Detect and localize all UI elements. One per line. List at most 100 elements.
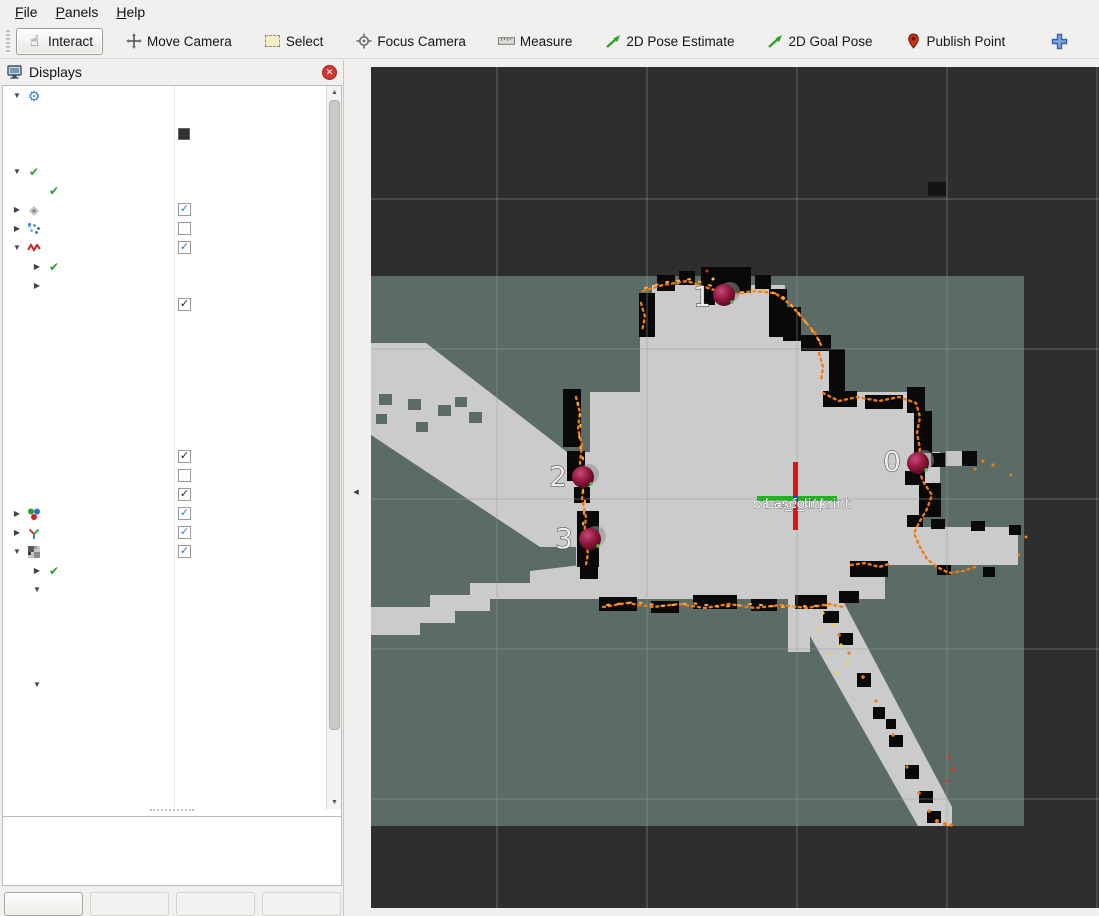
tool-button-focus-camera[interactable]: Focus Camera	[345, 28, 476, 55]
property-row[interactable]: ✓	[3, 447, 326, 466]
scan-speck	[730, 300, 733, 303]
property-row[interactable]	[3, 618, 326, 637]
expander-open-icon[interactable]: ▼	[29, 585, 45, 594]
3d-viewport[interactable]: base_footprintbase_link 1230	[371, 67, 1099, 908]
add-tool-plus-icon	[1051, 33, 1068, 49]
property-row[interactable]	[3, 314, 326, 333]
property-row[interactable]: ▶✔	[3, 257, 326, 276]
tool-button-measure[interactable]: Measure	[488, 28, 583, 55]
expander-open-icon[interactable]: ▼	[9, 547, 25, 556]
property-row[interactable]: ▼✔	[3, 162, 326, 181]
row-checkbox[interactable]: ✓	[178, 203, 191, 216]
property-row[interactable]	[3, 333, 326, 352]
expander-closed-icon[interactable]: ▶	[9, 205, 25, 214]
expander-open-icon[interactable]: ▼	[29, 680, 45, 689]
tool-button-2d-goal-pose[interactable]: 2D Goal Pose	[756, 28, 882, 55]
property-row[interactable]	[3, 428, 326, 447]
property-row[interactable]	[3, 124, 326, 143]
tool-button-move-camera[interactable]: Move Camera	[115, 28, 242, 55]
display-row[interactable]: ▶	[3, 219, 326, 238]
add-button[interactable]	[4, 892, 83, 916]
property-row[interactable]	[3, 371, 326, 390]
property-row[interactable]	[3, 732, 326, 751]
display-row[interactable]: ▼✓	[3, 238, 326, 257]
tool-label: Measure	[520, 34, 573, 49]
tool-button-interact[interactable]: ☝Interact	[16, 28, 103, 55]
property-row[interactable]: ▼	[3, 580, 326, 599]
tool-label: Focus Camera	[377, 34, 466, 49]
property-row[interactable]	[3, 637, 326, 656]
expander-open-icon[interactable]: ▼	[9, 167, 25, 176]
row-checkbox[interactable]	[178, 469, 191, 482]
row-checkbox[interactable]: ✓	[178, 526, 191, 539]
scroll-up-icon[interactable]: ▲	[327, 86, 342, 99]
marker-number-label: 1	[693, 280, 711, 313]
property-row[interactable]: ▼	[3, 675, 326, 694]
tool-label: Move Camera	[147, 34, 232, 49]
status-ok-icon: ✔	[45, 565, 63, 577]
property-row[interactable]: ✓	[3, 295, 326, 314]
display-row[interactable]: ▶✓	[3, 504, 326, 523]
expander-open-icon[interactable]: ▼	[9, 91, 25, 100]
display-row[interactable]: ▶◈✓	[3, 200, 326, 219]
row-checkbox[interactable]: ✓	[178, 241, 191, 254]
property-row[interactable]	[3, 694, 326, 713]
menu-item-help[interactable]: Help	[107, 1, 154, 23]
displays-panel-titlebar[interactable]: Displays ✕	[0, 60, 343, 84]
rename-button[interactable]	[262, 892, 341, 916]
property-row[interactable]: ✓	[3, 485, 326, 504]
expander-closed-icon[interactable]: ▶	[9, 509, 25, 518]
property-row[interactable]: ▶	[3, 276, 326, 295]
display-row[interactable]: ▼✓	[3, 542, 326, 561]
expander-closed-icon[interactable]: ▶	[29, 566, 45, 575]
row-checkbox[interactable]: ✓	[178, 545, 191, 558]
row-value[interactable]	[178, 124, 195, 143]
expander-open-icon[interactable]: ▼	[9, 243, 25, 252]
property-row[interactable]	[3, 789, 326, 808]
property-row[interactable]	[3, 143, 326, 162]
scroll-down-icon[interactable]: ▼	[327, 796, 342, 809]
menu-item-file[interactable]: File	[6, 1, 47, 23]
panel-splitter-grip[interactable]	[150, 809, 194, 813]
row-checkbox[interactable]: ✓	[178, 450, 191, 463]
property-row[interactable]	[3, 466, 326, 485]
expander-closed-icon[interactable]: ▶	[29, 262, 45, 271]
tool-button-select[interactable]: Select	[254, 28, 334, 55]
row-checkbox[interactable]: ✓	[178, 298, 191, 311]
remove-button[interactable]	[176, 892, 255, 916]
property-row[interactable]	[3, 390, 326, 409]
row-checkbox[interactable]: ✓	[178, 488, 191, 501]
expander-closed-icon[interactable]: ▶	[29, 281, 45, 290]
markerarray-icon	[25, 507, 43, 521]
tool-button-publish-point[interactable]: Publish Point	[895, 28, 1016, 55]
close-icon[interactable]: ✕	[322, 65, 337, 80]
menu-item-panels[interactable]: Panels	[47, 1, 108, 23]
display-row[interactable]: ▶✓	[3, 523, 326, 542]
tf-icon	[25, 526, 43, 540]
scrollbar-thumb[interactable]	[329, 100, 340, 730]
row-checkbox[interactable]	[178, 222, 191, 235]
expander-closed-icon[interactable]: ▶	[9, 528, 25, 537]
property-row[interactable]	[3, 713, 326, 732]
property-row[interactable]	[3, 751, 326, 770]
marker-number-label: 2	[549, 460, 567, 493]
property-row[interactable]	[3, 599, 326, 618]
tool-button-2d-pose-estimate[interactable]: 2D Pose Estimate	[594, 28, 744, 55]
property-row[interactable]	[3, 656, 326, 675]
panel-collapse-arrow-icon[interactable]: ◂	[349, 481, 363, 501]
toolbar-drag-handle[interactable]	[6, 30, 10, 52]
property-row[interactable]	[3, 409, 326, 428]
property-row[interactable]	[3, 352, 326, 371]
row-checkbox[interactable]: ✓	[178, 507, 191, 520]
property-row[interactable]	[3, 770, 326, 789]
add-tool-button[interactable]	[1041, 28, 1078, 55]
property-row[interactable]: ▼⚙	[3, 86, 326, 105]
tree-scrollbar[interactable]: ▲ ▼	[326, 86, 341, 809]
tree-column-separator[interactable]	[174, 86, 175, 809]
status-ok-icon: ✔	[25, 166, 43, 178]
expander-closed-icon[interactable]: ▶	[9, 224, 25, 233]
duplicate-button[interactable]	[90, 892, 169, 916]
property-row[interactable]: ▶✔	[3, 561, 326, 580]
property-row[interactable]: ✔	[3, 181, 326, 200]
property-row[interactable]	[3, 105, 326, 124]
